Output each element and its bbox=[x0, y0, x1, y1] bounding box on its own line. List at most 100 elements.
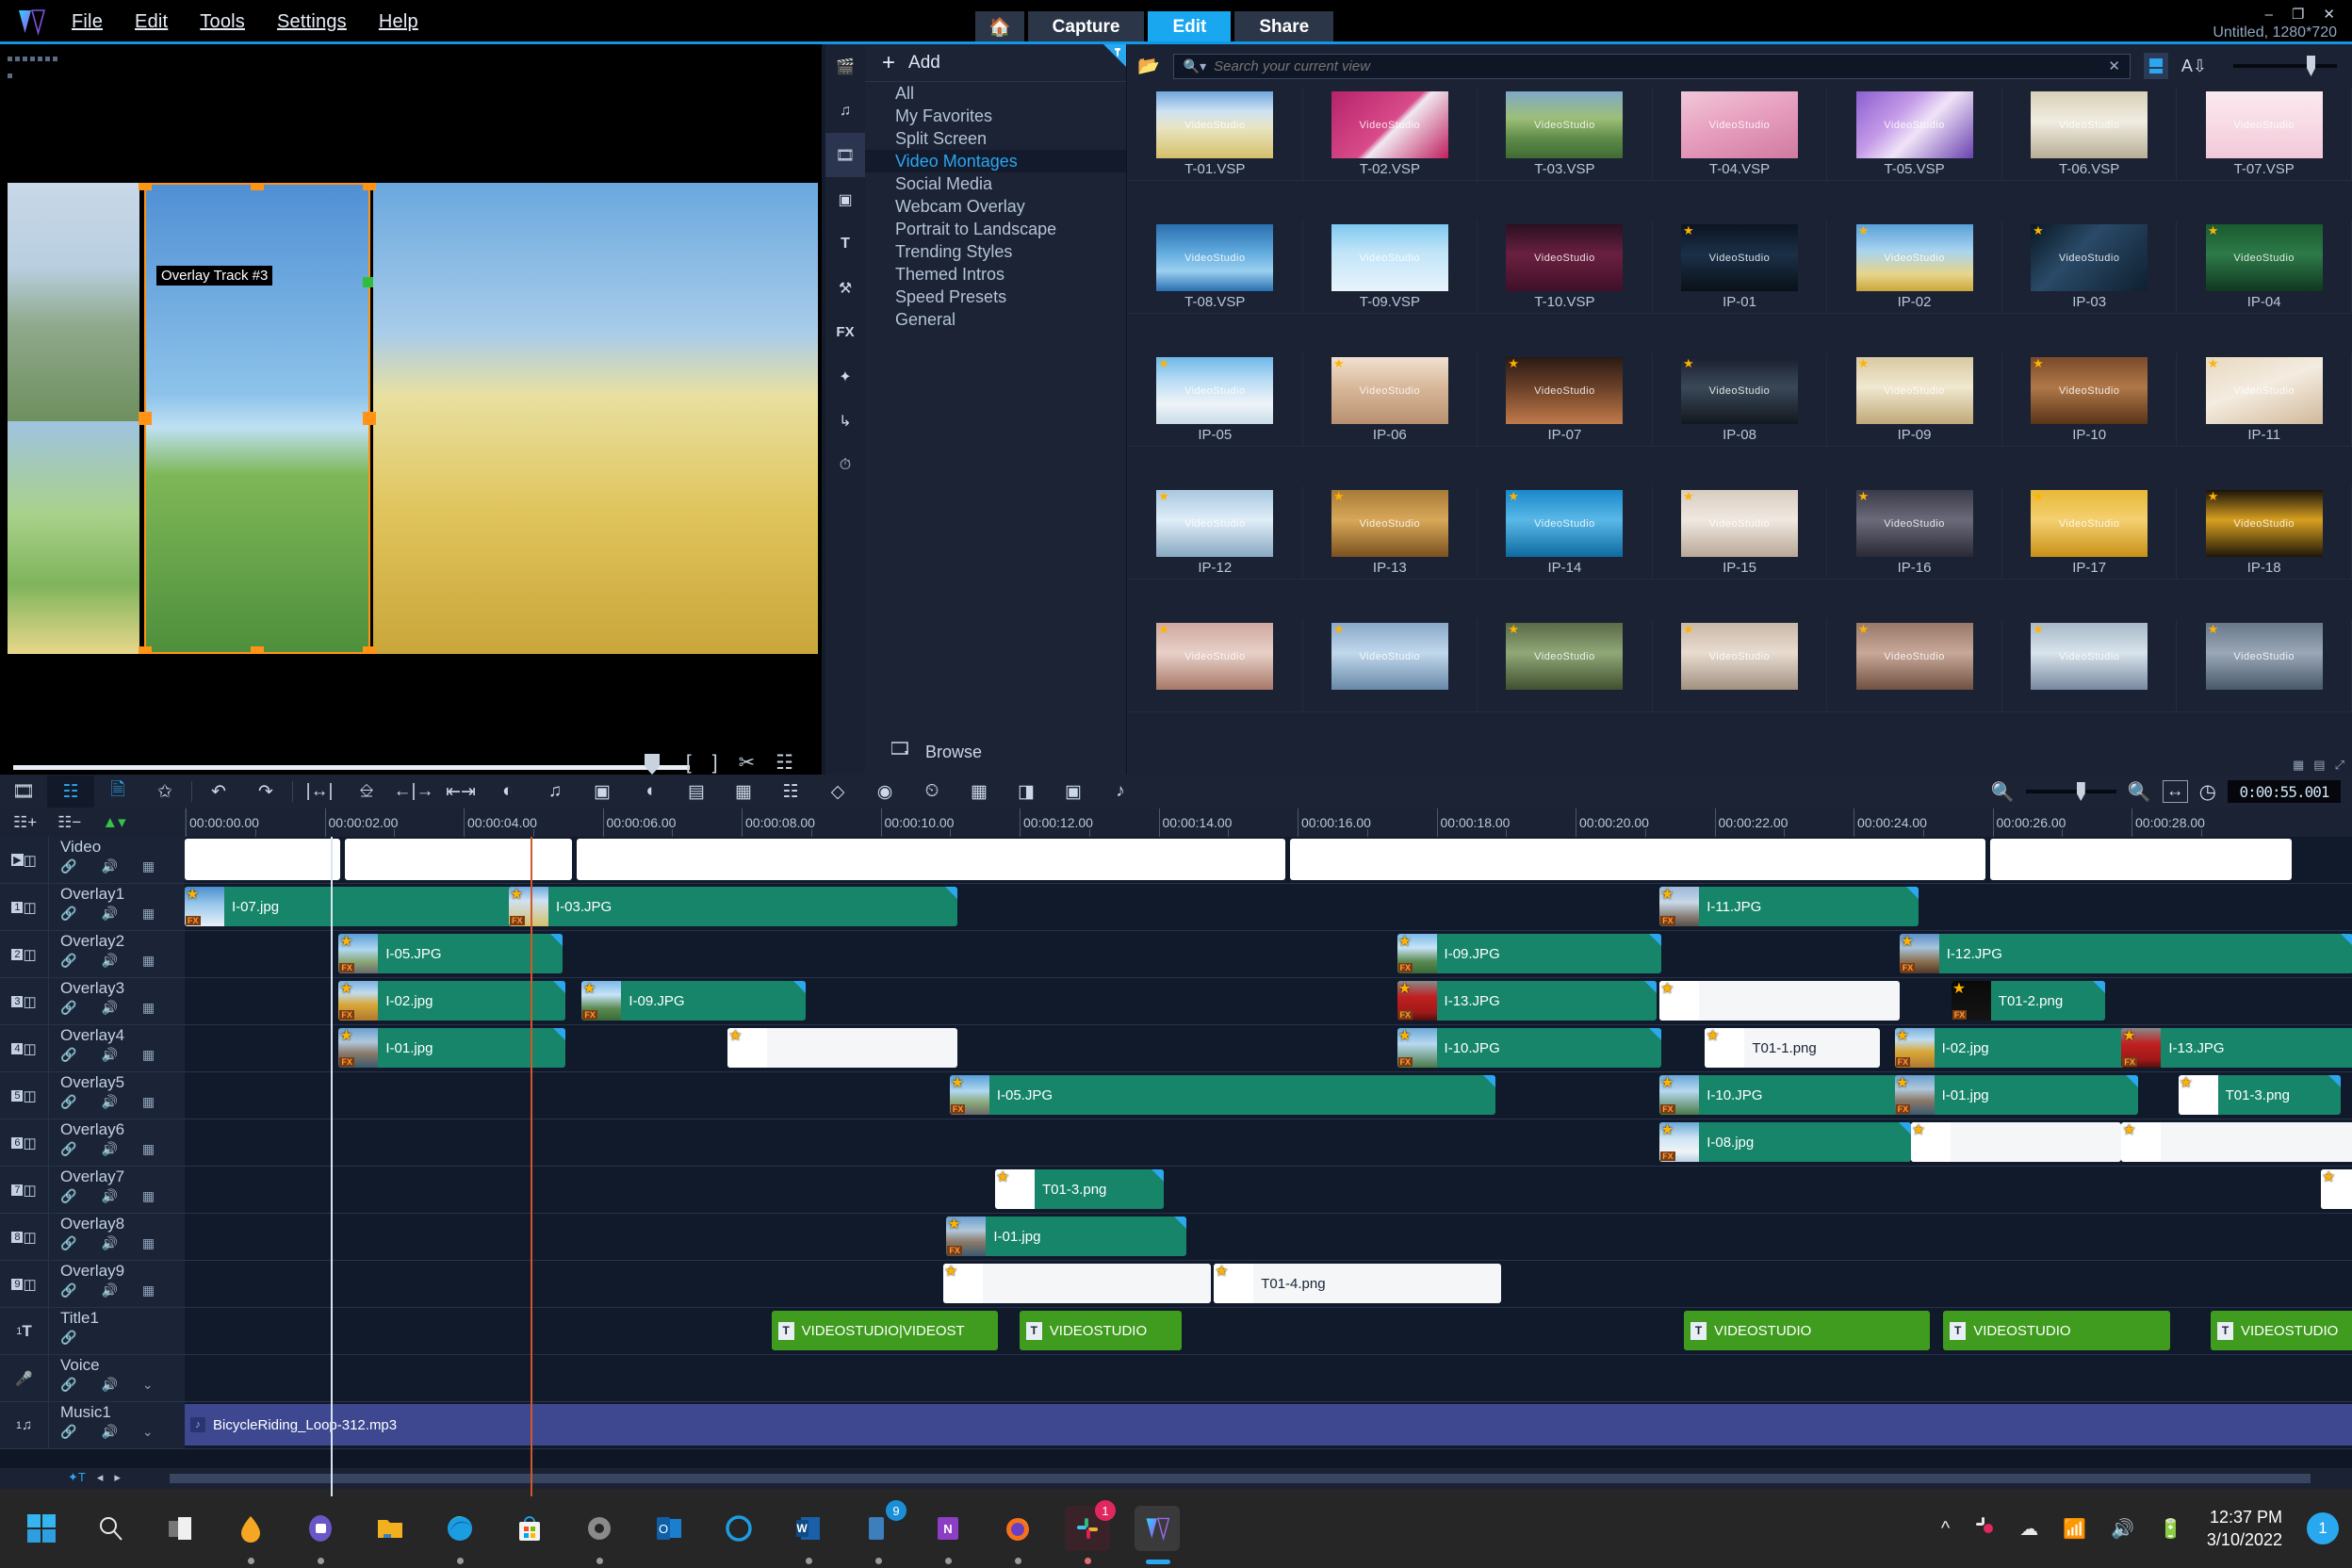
track-link-icon[interactable]: 🔗 bbox=[60, 953, 76, 969]
pin-icon[interactable] bbox=[1103, 44, 1126, 67]
timeline-clip[interactable] bbox=[577, 839, 1285, 880]
track-mute-icon[interactable]: 🔊 bbox=[101, 1141, 117, 1157]
timeline-clip[interactable]: ★ FX I-10.JPG bbox=[1396, 1028, 1661, 1068]
search-icon[interactable] bbox=[89, 1506, 134, 1551]
resize-handle-tl[interactable] bbox=[139, 183, 152, 190]
track-link-icon[interactable]: 🔗 bbox=[60, 1188, 76, 1204]
taskview-icon[interactable] bbox=[158, 1506, 204, 1551]
timeline-clip[interactable]: ★ T01-1.png bbox=[1705, 1028, 1881, 1068]
mark-out-icon[interactable]: ] bbox=[712, 752, 718, 775]
resize-handle-bc[interactable] bbox=[251, 646, 264, 654]
resize-handle-tr[interactable] bbox=[363, 183, 376, 190]
resize-handle-bl[interactable] bbox=[139, 646, 152, 654]
track-type-icon[interactable]: ▶ ◫ bbox=[0, 837, 49, 883]
view-mode-button[interactable] bbox=[2143, 53, 2168, 79]
library-item[interactable]: ★ VideoStudio IP-11 bbox=[2177, 353, 2352, 447]
timeline-clip[interactable]: ★ bbox=[727, 1028, 958, 1068]
restore-icon[interactable]: ❐ bbox=[2292, 6, 2304, 23]
timeline-clip[interactable]: ★ FX I-05.JPG bbox=[949, 1075, 1496, 1115]
track-type-icon[interactable]: 1 ♫ bbox=[0, 1402, 49, 1448]
menu-edit[interactable]: Edit bbox=[135, 11, 168, 33]
browse-button[interactable]: Browse bbox=[865, 735, 1127, 769]
track-clip-area[interactable]: ★ FX I-05.JPG ★ FX I-10.JPG ★ FX I-01.jpg ★ T01-3.… bbox=[185, 1072, 2352, 1119]
track-mask-icon[interactable]: ▦ bbox=[142, 1282, 155, 1298]
track-mask-icon[interactable]: ▦ bbox=[142, 1141, 155, 1157]
clock[interactable]: 12:37 PM 3/10/2022 bbox=[2207, 1506, 2282, 1551]
timeline-zoom-slider[interactable] bbox=[2025, 782, 2116, 801]
wifi-icon[interactable]: 📶 bbox=[2063, 1517, 2086, 1541]
teams-icon[interactable] bbox=[298, 1506, 343, 1564]
track-clip-area[interactable]: ★ FX I-08.jpg ★ ★ bbox=[185, 1119, 2352, 1166]
track-mute-icon[interactable]: 🔊 bbox=[101, 1235, 117, 1251]
zoom-out-icon[interactable]: 🔍 bbox=[1991, 780, 2015, 804]
track-type-icon[interactable]: 1T bbox=[0, 1308, 49, 1354]
timeline-clip[interactable] bbox=[345, 839, 573, 880]
chroma-key-icon[interactable]: ◉ bbox=[861, 776, 908, 808]
track-link-icon[interactable]: 🔗 bbox=[60, 1330, 76, 1346]
ripple-all-icon[interactable]: |↔| bbox=[296, 776, 343, 808]
track-link-icon[interactable]: 🔗 bbox=[60, 1424, 76, 1440]
library-item[interactable]: ★ VideoStudio IP-13 bbox=[1302, 486, 1478, 580]
weather-icon[interactable] bbox=[228, 1506, 273, 1564]
track-clip-area[interactable]: ★ FX I-01.jpg ★ ★ FX I-10.JPG ★ T01-1.png ★ FX I-02… bbox=[185, 1025, 2352, 1071]
library-item[interactable]: ★ VideoStudio IP-14 bbox=[1478, 486, 1653, 580]
track-type-icon[interactable]: 2 ◫ bbox=[0, 931, 49, 977]
timeline-playhead[interactable] bbox=[331, 837, 333, 1496]
outlook-icon[interactable]: O bbox=[646, 1506, 692, 1551]
library-item[interactable]: ★ VideoStudio IP-02 bbox=[1827, 220, 2002, 314]
timeline-position-marker[interactable] bbox=[531, 837, 532, 1496]
fx-icon[interactable]: FX bbox=[825, 310, 865, 354]
timeline-clip[interactable]: ★ FX T01-2.png bbox=[1951, 981, 2106, 1021]
snapshot-icon[interactable]: ☷ bbox=[776, 751, 793, 775]
slack-icon[interactable]: 1 bbox=[1065, 1500, 1116, 1564]
explorer-icon[interactable] bbox=[368, 1506, 413, 1551]
track-type-icon[interactable]: 5 ◫ bbox=[0, 1072, 49, 1119]
mark-in-icon[interactable]: [ bbox=[686, 752, 692, 775]
library-item[interactable]: ★ VideoStudio bbox=[1652, 619, 1828, 712]
slack-tray-icon[interactable] bbox=[1974, 1515, 1995, 1542]
notification-hub-icon[interactable]: 9 bbox=[856, 1500, 906, 1564]
timeline-clip[interactable]: T VIDEOSTUDIO|VIDEOST bbox=[771, 1311, 999, 1350]
track-mask-icon[interactable]: ▦ bbox=[142, 906, 155, 922]
category-webcam-overlay[interactable]: Webcam Overlay bbox=[865, 195, 1126, 218]
track-type-icon[interactable]: 🎤 bbox=[0, 1355, 49, 1401]
library-item[interactable]: ★ VideoStudio IP-04 bbox=[2177, 220, 2352, 314]
timeline-clip[interactable]: ★ bbox=[2320, 1169, 2352, 1209]
track-link-icon[interactable]: 🔗 bbox=[60, 1047, 76, 1063]
category-my-favorites[interactable]: My Favorites bbox=[865, 105, 1126, 127]
track-link-icon[interactable]: 🔗 bbox=[60, 1094, 76, 1110]
tab-home[interactable]: 🏠 bbox=[975, 11, 1024, 42]
track-link-icon[interactable]: 🔗 bbox=[60, 1235, 76, 1251]
category-themed-intros[interactable]: Themed Intros bbox=[865, 263, 1126, 286]
track-type-icon[interactable]: 8 ◫ bbox=[0, 1214, 49, 1260]
add-title-icon[interactable]: ✦T bbox=[68, 1470, 86, 1485]
timeline-clip[interactable]: ★ bbox=[1910, 1122, 2122, 1162]
track-type-icon[interactable]: 7 ◫ bbox=[0, 1167, 49, 1213]
search-input[interactable] bbox=[1214, 57, 2109, 74]
preview-scrubber-track[interactable] bbox=[13, 765, 690, 770]
mask-creator-icon[interactable]: ◖ bbox=[626, 776, 673, 808]
category-all[interactable]: All bbox=[865, 82, 1126, 105]
library-item[interactable]: VideoStudio T-09.VSP bbox=[1302, 220, 1478, 314]
timeline-clip[interactable]: ★ FX I-08.jpg bbox=[1659, 1122, 1911, 1162]
preview-scrubber-thumb[interactable] bbox=[645, 754, 660, 775]
thumbnail-size-slider[interactable] bbox=[2233, 56, 2337, 76]
color-correction-icon[interactable]: ◐ bbox=[484, 776, 531, 808]
word-icon[interactable]: W bbox=[786, 1506, 831, 1564]
track-volume-curve-icon[interactable]: ⌄ bbox=[142, 1377, 154, 1393]
clear-search-icon[interactable]: ✕ bbox=[2108, 57, 2120, 74]
notification-center-badge[interactable]: 1 bbox=[2307, 1512, 2339, 1544]
timeline-clip[interactable]: ★ FX I-01.jpg bbox=[1894, 1075, 2138, 1115]
track-link-icon[interactable]: 🔗 bbox=[60, 858, 76, 874]
menu-help[interactable]: Help bbox=[379, 11, 418, 33]
scroll-left-icon[interactable]: ◂ bbox=[97, 1470, 104, 1485]
track-link-icon[interactable]: 🔗 bbox=[60, 1282, 76, 1298]
category-video-montages[interactable]: Video Montages bbox=[865, 150, 1126, 172]
timeline-clip[interactable]: ★ FX I-10.JPG bbox=[1659, 1075, 1911, 1115]
timeline-clip[interactable]: ★ T01-3.png bbox=[2178, 1075, 2341, 1115]
volume-icon[interactable]: 🔊 bbox=[2111, 1517, 2134, 1541]
track-clip-area[interactable]: ★ FX I-07.jpg ★ FX I-03.JPG ★ FX I-11.JPG bbox=[185, 884, 2352, 930]
cut-icon[interactable]: ✂ bbox=[739, 751, 756, 775]
add-folder-icon[interactable]: 📂 bbox=[1137, 55, 1160, 77]
speed-icon[interactable]: ⏱ bbox=[825, 443, 865, 487]
